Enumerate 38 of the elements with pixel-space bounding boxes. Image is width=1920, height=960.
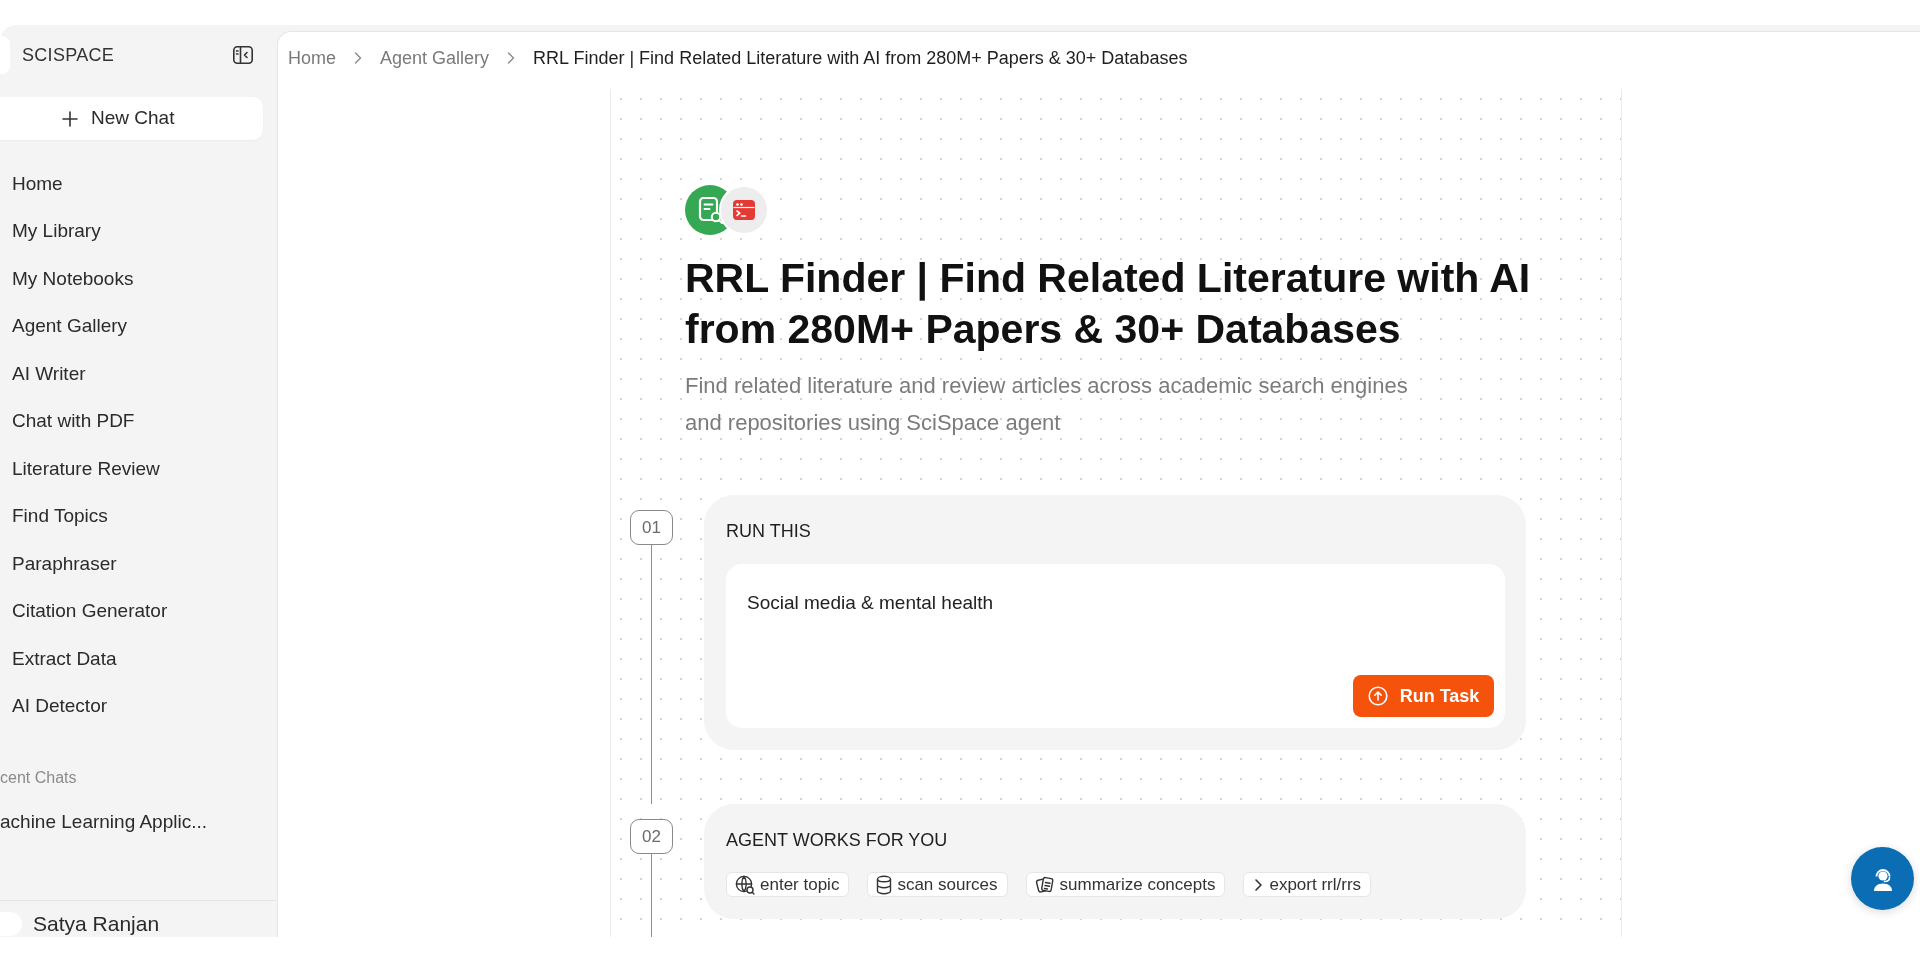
breadcrumb-link[interactable]: Agent Gallery <box>380 44 490 72</box>
terminal-icon <box>719 185 769 235</box>
nav-item[interactable]: Literature Review <box>12 456 160 481</box>
section-heading: cent Chats <box>0 768 77 788</box>
task-label: scan sources <box>897 874 998 895</box>
nav-item[interactable]: Home <box>12 171 63 196</box>
step-heading: RUN THIS <box>726 520 811 542</box>
nav-item[interactable]: My Notebooks <box>12 266 134 291</box>
agent-description: Find related literature and review articles across academic search engines and repositories using SciSpace agent <box>685 372 1409 437</box>
task-label: enter topic <box>760 874 840 895</box>
sidebar-toggle-icon[interactable] <box>233 46 253 64</box>
nav-item[interactable]: Find Topics <box>12 504 108 529</box>
breadcrumb-link[interactable]: Home <box>288 44 336 72</box>
new-chat-button[interactable]: New Chat <box>0 97 263 140</box>
nav-item[interactable]: AI Writer <box>12 361 86 386</box>
chevron-right-icon <box>1252 877 1265 892</box>
page-title: RRL Finder | Find Related Literature with AI from 280M+ Papers & 30+ Databases <box>533 46 1188 70</box>
plus-icon <box>62 110 78 127</box>
nav-item[interactable]: Agent Gallery <box>12 314 128 339</box>
step-heading: AGENT WORKS FOR YOU <box>726 829 948 851</box>
task-label: export rrl/rrs <box>1269 874 1362 895</box>
step-number: 02 <box>630 819 673 854</box>
nav-item[interactable]: Paraphraser <box>12 551 117 576</box>
nav-item[interactable]: Chat with PDF <box>12 409 135 434</box>
agent-title: RRL Finder | Find Related Literature with AI from 280M+ Papers & 30+ Databases <box>685 254 1532 354</box>
step-number: 01 <box>630 510 673 545</box>
chevron-right-icon <box>354 52 362 64</box>
brand-name: SCISPACE <box>22 43 115 67</box>
nav-item[interactable]: AI Detector <box>12 694 108 719</box>
nav-item[interactable]: Citation Generator <box>12 599 168 624</box>
arrow-up-circle-icon <box>1367 686 1388 706</box>
database-icon <box>876 874 893 895</box>
user-name[interactable]: Satya Ranjan <box>33 912 160 936</box>
nav-item[interactable]: My Library <box>12 219 101 244</box>
chevron-right-icon <box>507 52 516 64</box>
recent-chat-item[interactable]: achine Learning Applic... <box>0 809 208 835</box>
nav-item[interactable]: Extract Data <box>12 646 117 671</box>
task-label: summarize concepts <box>1059 874 1216 895</box>
